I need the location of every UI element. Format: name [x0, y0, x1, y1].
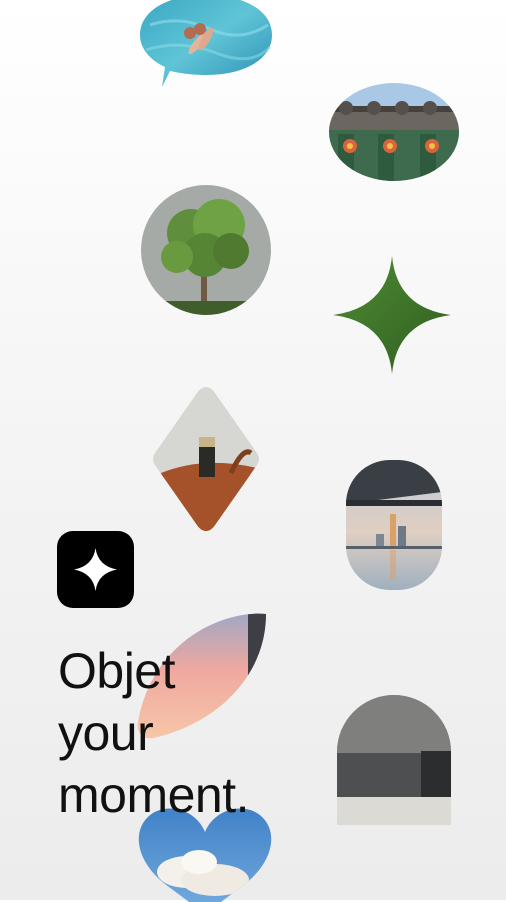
gallery-photo-river-skyline	[346, 460, 442, 590]
gallery-photo-grass	[333, 256, 451, 374]
tagline-line-3: moment.	[58, 767, 250, 823]
gallery-photo-building	[337, 695, 451, 825]
gallery-photo-tree	[141, 185, 271, 315]
tagline-line-2: your	[58, 705, 154, 761]
gallery-photo-bottle	[153, 387, 259, 531]
app-logo	[57, 531, 134, 608]
gallery-photo-pool	[140, 0, 272, 87]
tagline-line-1: Objet	[58, 643, 176, 699]
tagline: Objet your moment.	[58, 640, 250, 826]
sparkle-icon	[74, 548, 117, 591]
gallery-photo-temple-roof	[329, 83, 459, 181]
